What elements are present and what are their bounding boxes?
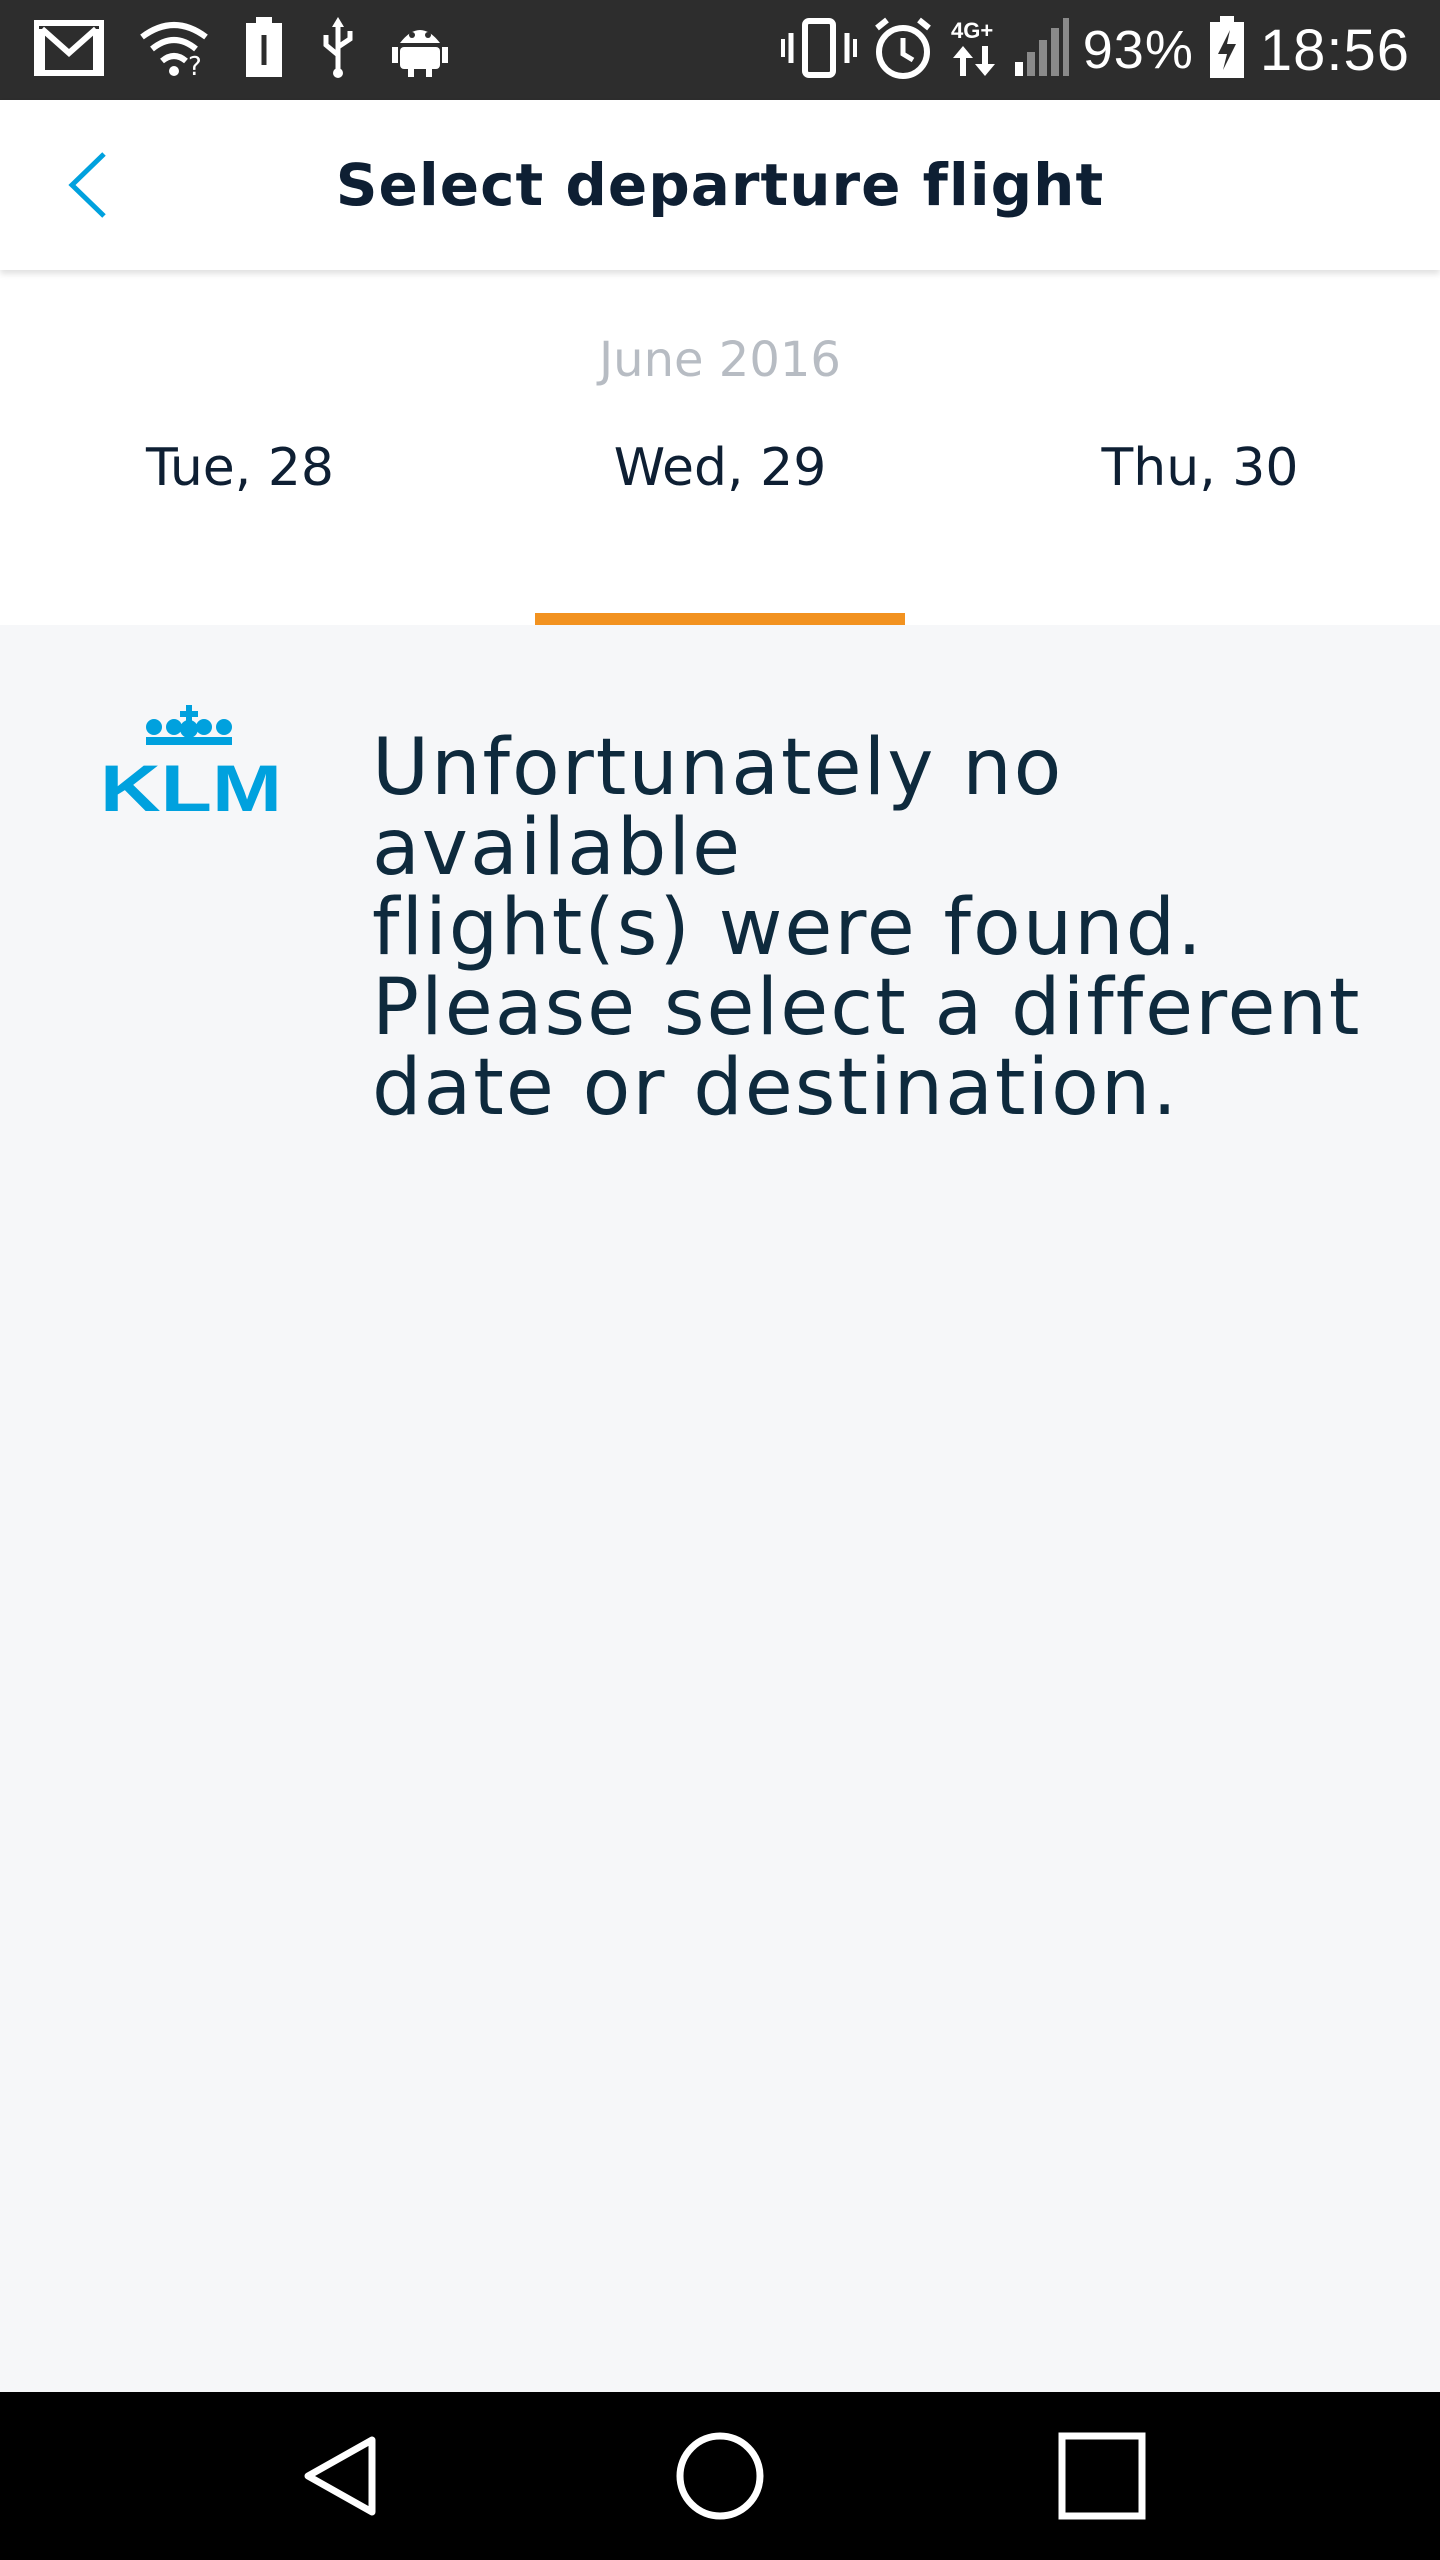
date-tab-thu-30[interactable]: Thu, 30	[960, 438, 1440, 498]
android-debug-icon	[392, 19, 448, 82]
battery-saver-icon	[244, 16, 284, 84]
no-flights-message: Unfortunately no available flight(s) wer…	[372, 728, 1402, 1128]
status-bar-left: ?	[33, 16, 448, 84]
network-4g-icon: 4G+	[949, 16, 999, 85]
alarm-icon	[871, 16, 935, 85]
date-tab-tue-28[interactable]: Tue, 28	[0, 438, 480, 498]
selected-tab-indicator	[535, 613, 905, 625]
klm-logo: KLM	[100, 705, 282, 825]
svg-text:?: ?	[188, 52, 202, 77]
status-bar: ? 4G+ 93% 18:56	[0, 0, 1440, 100]
nav-recents-icon	[1052, 2432, 1152, 2530]
nav-back-button[interactable]	[290, 2426, 390, 2526]
nav-recents-button[interactable]	[1052, 2426, 1152, 2526]
month-label: June 2016	[599, 332, 841, 388]
battery-percent: 93%	[1082, 20, 1194, 80]
wifi-question-icon: ?	[138, 19, 210, 82]
nav-home-button[interactable]	[670, 2426, 770, 2526]
date-selector: June 2016 Tue, 28 Wed, 29 Thu, 30	[0, 270, 1440, 625]
page-title: Select departure flight	[335, 151, 1105, 219]
date-tab-wed-29[interactable]: Wed, 29	[480, 438, 960, 498]
chevron-left-icon	[54, 152, 134, 230]
signal-icon	[1013, 17, 1069, 83]
message-line: date or destination.	[372, 1043, 1180, 1133]
nav-home-icon	[670, 2432, 770, 2530]
battery-charging-icon	[1208, 15, 1246, 85]
app-bar: Select departure flight	[0, 100, 1440, 270]
gmail-icon	[33, 19, 105, 82]
klm-logo-text: KLM	[100, 751, 282, 815]
status-bar-right: 4G+ 93% 18:56	[780, 14, 1410, 86]
message-line: flight(s) were found.	[372, 883, 1204, 973]
nav-back-icon	[290, 2436, 390, 2530]
usb-icon	[318, 16, 358, 84]
back-button[interactable]	[54, 144, 134, 226]
clock: 18:56	[1259, 17, 1410, 83]
message-line: Please select a different	[372, 963, 1362, 1053]
message-line: Unfortunately no available	[372, 723, 1064, 893]
vibrate-icon	[780, 17, 857, 84]
navigation-bar	[0, 2392, 1440, 2560]
network-label: 4G+	[951, 18, 993, 43]
